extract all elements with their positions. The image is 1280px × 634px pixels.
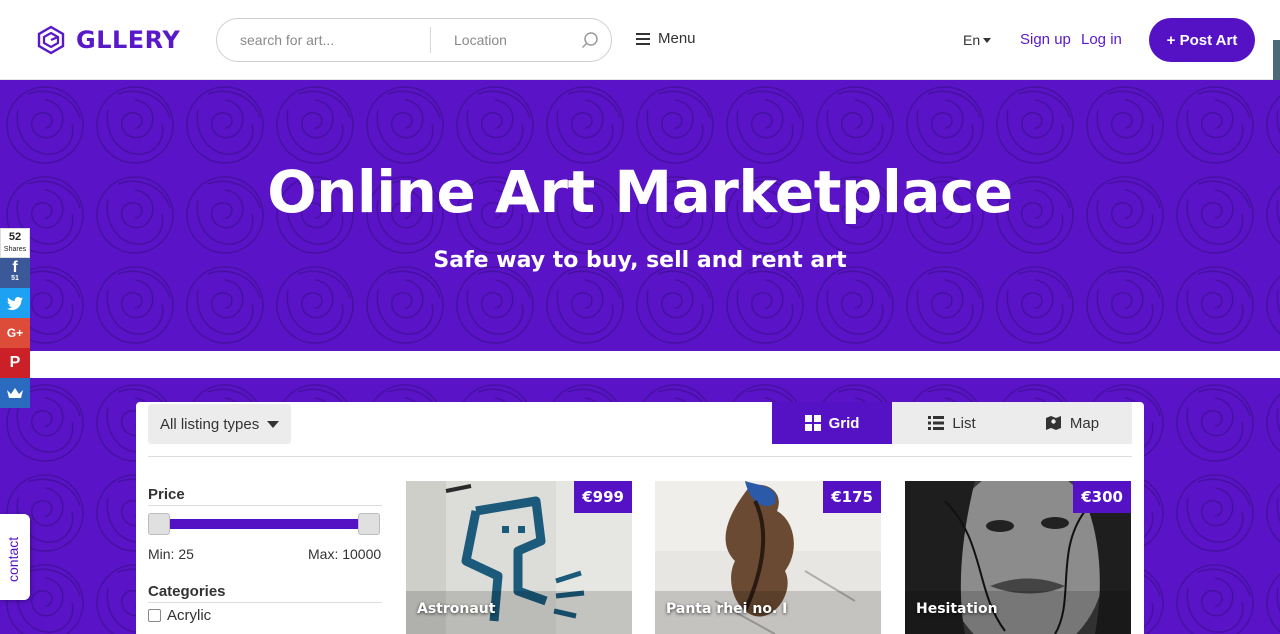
- price-badge: €300: [1073, 481, 1131, 513]
- listing-card[interactable]: €999 Astronaut: [406, 481, 632, 634]
- list-view-label: List: [952, 414, 976, 432]
- map-view-button[interactable]: Map: [1012, 402, 1132, 444]
- list-view-button[interactable]: List: [892, 402, 1012, 444]
- hero-banner: Online Art Marketplace Safe way to buy, …: [0, 80, 1280, 351]
- pinterest-icon: P: [9, 354, 21, 371]
- hero-subtitle: Safe way to buy, sell and rent art: [433, 248, 847, 273]
- share-count-label: Shares: [3, 246, 27, 253]
- crown-icon: [7, 388, 23, 398]
- logo-text: GLLERY: [76, 26, 181, 54]
- logo-icon: [37, 25, 65, 55]
- twitter-icon: [7, 296, 23, 310]
- contact-tab[interactable]: contact: [0, 514, 30, 600]
- caret-down-icon: [267, 420, 280, 428]
- listing-title: Astronaut: [417, 601, 496, 617]
- hero-title: Online Art Marketplace: [267, 158, 1013, 226]
- grid-view-label: Grid: [828, 414, 860, 432]
- pinterest-share-button[interactable]: P: [0, 348, 30, 378]
- facebook-share-count: 51: [11, 275, 19, 282]
- googleplus-icon: G+: [6, 326, 24, 340]
- post-art-button[interactable]: + Post Art: [1149, 18, 1255, 62]
- price-filter-divider: [148, 505, 382, 506]
- section-divider: [0, 351, 1280, 378]
- category-checkbox[interactable]: [148, 609, 161, 622]
- search-divider: [430, 27, 431, 53]
- login-link[interactable]: Log in: [1081, 31, 1122, 48]
- categories-filter-title: Categories: [148, 583, 226, 600]
- signup-link[interactable]: Sign up: [1020, 31, 1071, 48]
- price-slider-track[interactable]: [160, 519, 370, 529]
- menu-button[interactable]: Menu: [636, 30, 696, 47]
- view-toggle: Grid List Map: [772, 402, 1132, 444]
- language-select[interactable]: En: [963, 32, 992, 48]
- price-max-value: Max: 10000: [308, 546, 382, 562]
- map-view-label: Map: [1069, 414, 1100, 432]
- category-item-acrylic[interactable]: Acrylic: [148, 607, 211, 624]
- categories-filter-divider: [148, 602, 382, 603]
- listing-types-dropdown[interactable]: All listing types: [148, 404, 292, 444]
- price-slider-max-handle[interactable]: [358, 513, 380, 535]
- location-input[interactable]: [454, 32, 574, 48]
- listing-title: Hesitation: [916, 601, 998, 617]
- search-icon[interactable]: [581, 31, 599, 49]
- grid-icon: [804, 415, 821, 431]
- share-count: 52 Shares: [0, 228, 30, 258]
- listings-panel: All listing types Grid List Map Price Mi…: [136, 402, 1144, 634]
- facebook-share-button[interactable]: f 51: [0, 258, 30, 288]
- grid-view-button[interactable]: Grid: [772, 402, 892, 444]
- edge-tab: [1273, 40, 1280, 80]
- caret-down-icon: [983, 37, 992, 43]
- map-icon: [1045, 416, 1061, 430]
- category-label: Acrylic: [167, 607, 212, 624]
- facebook-icon: f: [12, 259, 18, 276]
- price-slider-min-handle[interactable]: [148, 513, 170, 535]
- price-filter-title: Price: [148, 486, 185, 503]
- hamburger-icon: [636, 32, 650, 45]
- price-badge: €175: [823, 481, 881, 513]
- logo[interactable]: GLLERY: [36, 25, 180, 55]
- language-label: En: [963, 32, 981, 48]
- toolbar-divider: [148, 456, 1132, 457]
- crown-share-button[interactable]: [0, 378, 30, 408]
- menu-label: Menu: [658, 30, 696, 47]
- listing-title: Panta rhei no. I: [666, 601, 788, 617]
- site-header: GLLERY Menu En Sign up Log in + Post Art: [0, 0, 1280, 80]
- twitter-share-button[interactable]: [0, 288, 30, 318]
- search-bar: [216, 18, 612, 62]
- list-icon: [928, 416, 945, 430]
- price-badge: €999: [574, 481, 632, 513]
- contact-label: contact: [5, 536, 21, 582]
- googleplus-share-button[interactable]: G+: [0, 318, 30, 348]
- listing-types-label: All listing types: [160, 415, 260, 433]
- share-count-value: 52: [8, 231, 22, 243]
- listing-card[interactable]: €175 Panta rhei no. I: [655, 481, 881, 634]
- price-min-value: Min: 25: [148, 546, 194, 562]
- search-input[interactable]: [240, 32, 430, 48]
- listing-card[interactable]: €300 Hesitation: [905, 481, 1131, 634]
